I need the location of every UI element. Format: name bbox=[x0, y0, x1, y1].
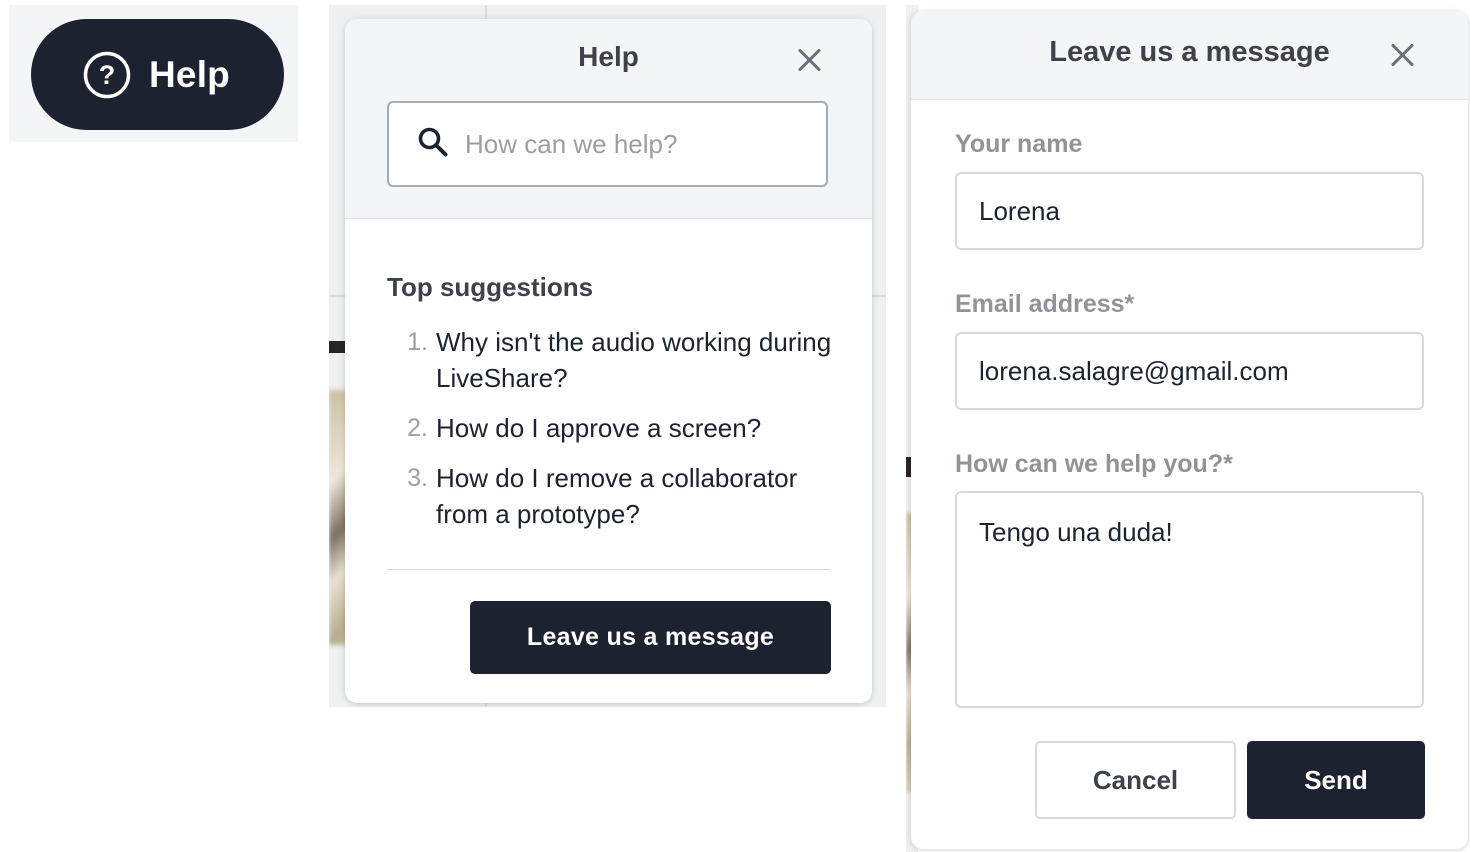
send-button[interactable]: Send bbox=[1247, 741, 1425, 819]
help-widget-title: Help bbox=[578, 41, 639, 72]
name-field[interactable] bbox=[955, 172, 1424, 250]
email-field[interactable] bbox=[955, 332, 1424, 410]
cancel-button[interactable]: Cancel bbox=[1035, 741, 1236, 819]
suggestions-title: Top suggestions bbox=[387, 272, 594, 302]
suggestion-item[interactable]: 1. Why isn't the audio working during Li… bbox=[387, 324, 837, 396]
search-box[interactable] bbox=[387, 101, 828, 187]
leave-message-button[interactable]: Leave us a message bbox=[470, 601, 831, 674]
suggestion-item[interactable]: 2. How do I approve a screen? bbox=[387, 410, 837, 446]
suggestion-link[interactable]: How do I approve a screen? bbox=[436, 410, 761, 446]
message-widget-header: Leave us a message bbox=[911, 11, 1468, 100]
suggestion-link[interactable]: Why isn't the audio working during LiveS… bbox=[436, 324, 837, 396]
help-launcher-label: Help bbox=[149, 53, 230, 95]
divider bbox=[387, 569, 831, 570]
suggestion-item[interactable]: 3. How do I remove a collaborator from a… bbox=[387, 460, 837, 532]
name-label: Your name bbox=[955, 130, 1083, 158]
message-widget: Leave us a message Your name Email addre… bbox=[911, 11, 1468, 849]
close-icon[interactable] bbox=[796, 46, 824, 74]
message-widget-title: Leave us a message bbox=[1049, 36, 1330, 68]
email-label: Email address* bbox=[955, 290, 1135, 318]
help-message-textarea[interactable]: Tengo una duda! bbox=[955, 491, 1424, 708]
suggestion-number: 2. bbox=[407, 414, 428, 442]
suggestion-number: 3. bbox=[407, 464, 428, 492]
question-circle-icon: ? bbox=[82, 50, 132, 100]
close-icon[interactable] bbox=[1389, 41, 1417, 69]
suggestion-number: 1. bbox=[407, 328, 428, 356]
search-input[interactable] bbox=[465, 128, 805, 160]
help-message-label: How can we help you?* bbox=[955, 450, 1233, 478]
help-launcher-button[interactable]: ? Help bbox=[31, 19, 284, 130]
search-icon bbox=[417, 126, 449, 163]
help-widget-header: Help bbox=[345, 19, 872, 219]
suggestions-list: 1. Why isn't the audio working during Li… bbox=[387, 324, 837, 546]
suggestion-link[interactable]: How do I remove a collaborator from a pr… bbox=[436, 460, 837, 532]
help-widget: Help Top suggestions 1. Why isn't the au… bbox=[345, 19, 872, 703]
svg-text:?: ? bbox=[99, 60, 116, 90]
